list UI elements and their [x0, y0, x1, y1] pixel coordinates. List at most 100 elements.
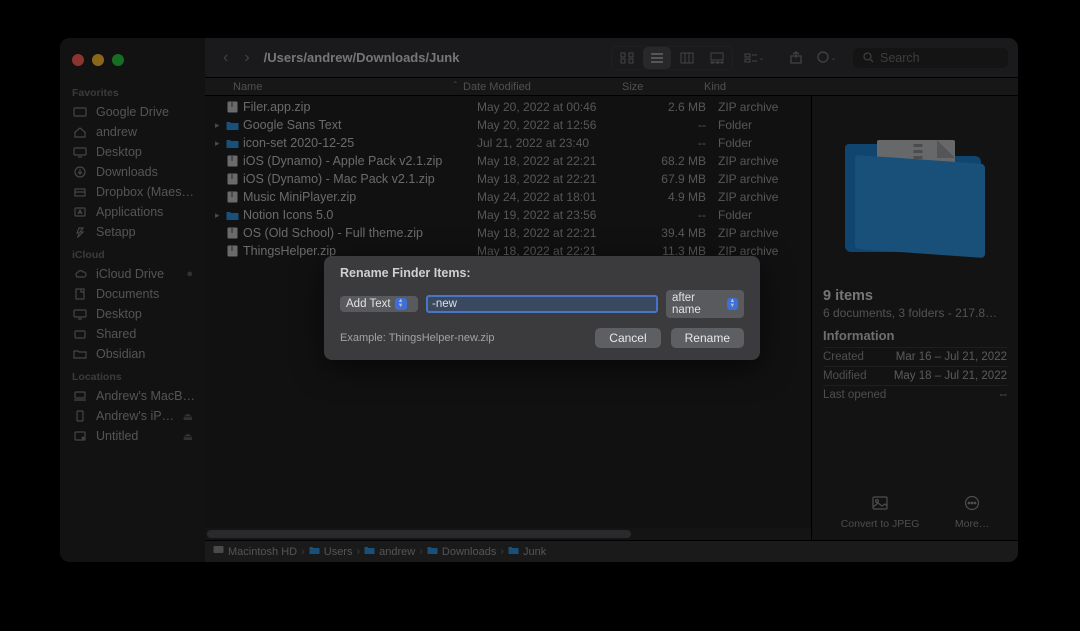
preview-created-row: CreatedMar 16 – Jul 21, 2022	[823, 347, 1007, 366]
sidebar-item-label: Google Drive	[96, 105, 169, 119]
file-date: May 19, 2022 at 23:56	[477, 208, 636, 222]
rename-button[interactable]: Rename	[671, 328, 744, 348]
pathbar-item[interactable]: Junk	[508, 545, 546, 558]
page-title: /Users/andrew/Downloads/Junk	[264, 50, 460, 65]
eject-icon[interactable]: ⏏	[183, 410, 193, 423]
sidebar-item-setapp[interactable]: Setapp	[68, 222, 197, 242]
folder-icon	[225, 210, 239, 221]
sidebar-item-desktop[interactable]: Desktop	[68, 142, 197, 162]
tags-button[interactable]: ⌄	[812, 47, 840, 69]
file-size: 39.4 MB	[636, 226, 718, 240]
sidebar-item-label: iCloud Drive	[96, 267, 164, 281]
sidebar-item-andrew-s-ip-[interactable]: Andrew's iP…⏏	[68, 406, 197, 426]
column-size[interactable]: Size	[622, 81, 704, 93]
file-date: May 18, 2022 at 22:21	[477, 154, 636, 168]
sidebar-item-andrew[interactable]: andrew	[68, 122, 197, 142]
file-date: May 20, 2022 at 12:56	[477, 118, 636, 132]
folder-icon	[309, 545, 320, 558]
file-name: Filer.app.zip	[243, 100, 477, 114]
zip-icon	[225, 191, 239, 203]
sidebar-item-label: Desktop	[96, 145, 142, 159]
icon-view-button[interactable]	[613, 47, 641, 69]
file-size: --	[636, 118, 718, 132]
zip-icon	[225, 227, 239, 239]
column-view-button[interactable]	[673, 47, 701, 69]
table-row[interactable]: ▸Notion Icons 5.0May 19, 2022 at 23:56--…	[205, 206, 811, 224]
maximize-button[interactable]	[112, 54, 124, 66]
zip-icon	[225, 245, 239, 257]
file-size: 2.6 MB	[636, 100, 718, 114]
file-kind: Folder	[718, 118, 801, 132]
column-header-row: Nameˆ Date Modified Size Kind	[205, 78, 1018, 96]
sidebar-item-downloads[interactable]: Downloads	[68, 162, 197, 182]
sidebar-item-documents[interactable]: Documents	[68, 284, 197, 304]
preview-opened-row: Last opened--	[823, 385, 1007, 404]
column-date[interactable]: Date Modified	[463, 81, 622, 93]
gallery-view-button[interactable]	[703, 47, 731, 69]
disclosure-triangle[interactable]: ▸	[215, 138, 225, 149]
app-icon	[72, 205, 88, 219]
sidebar-item-obsidian[interactable]: Obsidian	[68, 344, 197, 364]
pathbar-item[interactable]: andrew	[364, 545, 415, 558]
table-row[interactable]: ▸iOS (Dynamo) - Mac Pack v2.1.zipMay 18,…	[205, 170, 811, 188]
sidebar-item-andrew-s-macb-[interactable]: Andrew's MacB…	[68, 386, 197, 406]
zip-icon	[225, 173, 239, 185]
table-row[interactable]: ▸icon-set 2020-12-25Jul 21, 2022 at 23:4…	[205, 134, 811, 152]
sidebar-item-dropbox-maes-[interactable]: Dropbox (Maes…	[68, 182, 197, 202]
column-kind[interactable]: Kind	[704, 81, 1008, 93]
group-menu[interactable]: ⌄	[740, 47, 768, 69]
cancel-button[interactable]: Cancel	[595, 328, 660, 348]
table-row[interactable]: ▸iOS (Dynamo) - Apple Pack v2.1.zipMay 1…	[205, 152, 811, 170]
search-field[interactable]: Search	[853, 48, 1008, 68]
dropdown-arrows-icon: ▲▼	[395, 298, 407, 310]
horizontal-scrollbar[interactable]	[205, 528, 811, 540]
list-view-button[interactable]	[643, 47, 671, 69]
sidebar-item-untitled[interactable]: Untitled ⏏	[68, 426, 197, 446]
pathbar-label: Downloads	[442, 546, 496, 558]
pathbar-item[interactable]: Macintosh HD	[213, 545, 297, 558]
sidebar-item-label: Untitled	[96, 429, 138, 443]
display-icon	[72, 145, 88, 159]
view-switcher	[611, 46, 733, 70]
table-row[interactable]: ▸Music MiniPlayer.zipMay 24, 2022 at 18:…	[205, 188, 811, 206]
share-button[interactable]	[782, 47, 810, 69]
chevron-right-icon: ›	[301, 546, 305, 558]
sidebar-item-applications[interactable]: Applications	[68, 202, 197, 222]
forward-button[interactable]: ›	[236, 49, 257, 67]
sidebar-item-shared[interactable]: Shared	[68, 324, 197, 344]
sidebar-item-google-drive[interactable]: Google Drive	[68, 102, 197, 122]
image-icon	[869, 492, 891, 514]
pathbar-item[interactable]: Users	[309, 545, 353, 558]
file-size: 67.9 MB	[636, 172, 718, 186]
eject-icon[interactable]: ⏏	[183, 430, 193, 443]
close-button[interactable]	[72, 54, 84, 66]
sidebar-item-label: Shared	[96, 327, 136, 341]
convert-jpeg-button[interactable]: Convert to JPEG	[841, 492, 920, 530]
disclosure-triangle[interactable]: ▸	[215, 210, 225, 221]
download-icon	[72, 165, 88, 179]
sidebar-item-label: Setapp	[96, 225, 136, 239]
table-row[interactable]: ▸Filer.app.zipMay 20, 2022 at 00:462.6 M…	[205, 98, 811, 116]
rename-text-input[interactable]: -new	[426, 295, 658, 313]
rename-mode-dropdown[interactable]: Add Text ▲▼	[340, 296, 418, 312]
dialog-title: Rename Finder Items:	[340, 266, 744, 280]
chevron-right-icon: ›	[356, 546, 360, 558]
rename-dialog: Rename Finder Items: Add Text ▲▼ -new af…	[324, 256, 760, 360]
sidebar-item-label: Obsidian	[96, 347, 145, 361]
rename-position-dropdown[interactable]: after name ▲▼	[666, 290, 744, 318]
pathbar-item[interactable]: Downloads	[427, 545, 496, 558]
more-button[interactable]: More…	[955, 492, 989, 530]
disclosure-triangle[interactable]: ▸	[215, 120, 225, 131]
sidebar-item-icloud-drive[interactable]: iCloud Drive●	[68, 264, 197, 284]
preview-subtitle: 6 documents, 3 folders - 217.8…	[823, 306, 1007, 320]
sidebar-item-desktop[interactable]: Desktop	[68, 304, 197, 324]
back-button[interactable]: ‹	[215, 49, 236, 67]
table-row[interactable]: ▸Google Sans TextMay 20, 2022 at 12:56--…	[205, 116, 811, 134]
pathbar-label: Macintosh HD	[228, 546, 297, 558]
folder-icon	[508, 545, 519, 558]
column-name[interactable]: Nameˆ	[215, 81, 463, 93]
shared-icon	[72, 327, 88, 341]
path-bar: Macintosh HD›Users›andrew›Downloads›Junk	[205, 540, 1018, 562]
minimize-button[interactable]	[92, 54, 104, 66]
table-row[interactable]: ▸OS (Old School) - Full theme.zipMay 18,…	[205, 224, 811, 242]
